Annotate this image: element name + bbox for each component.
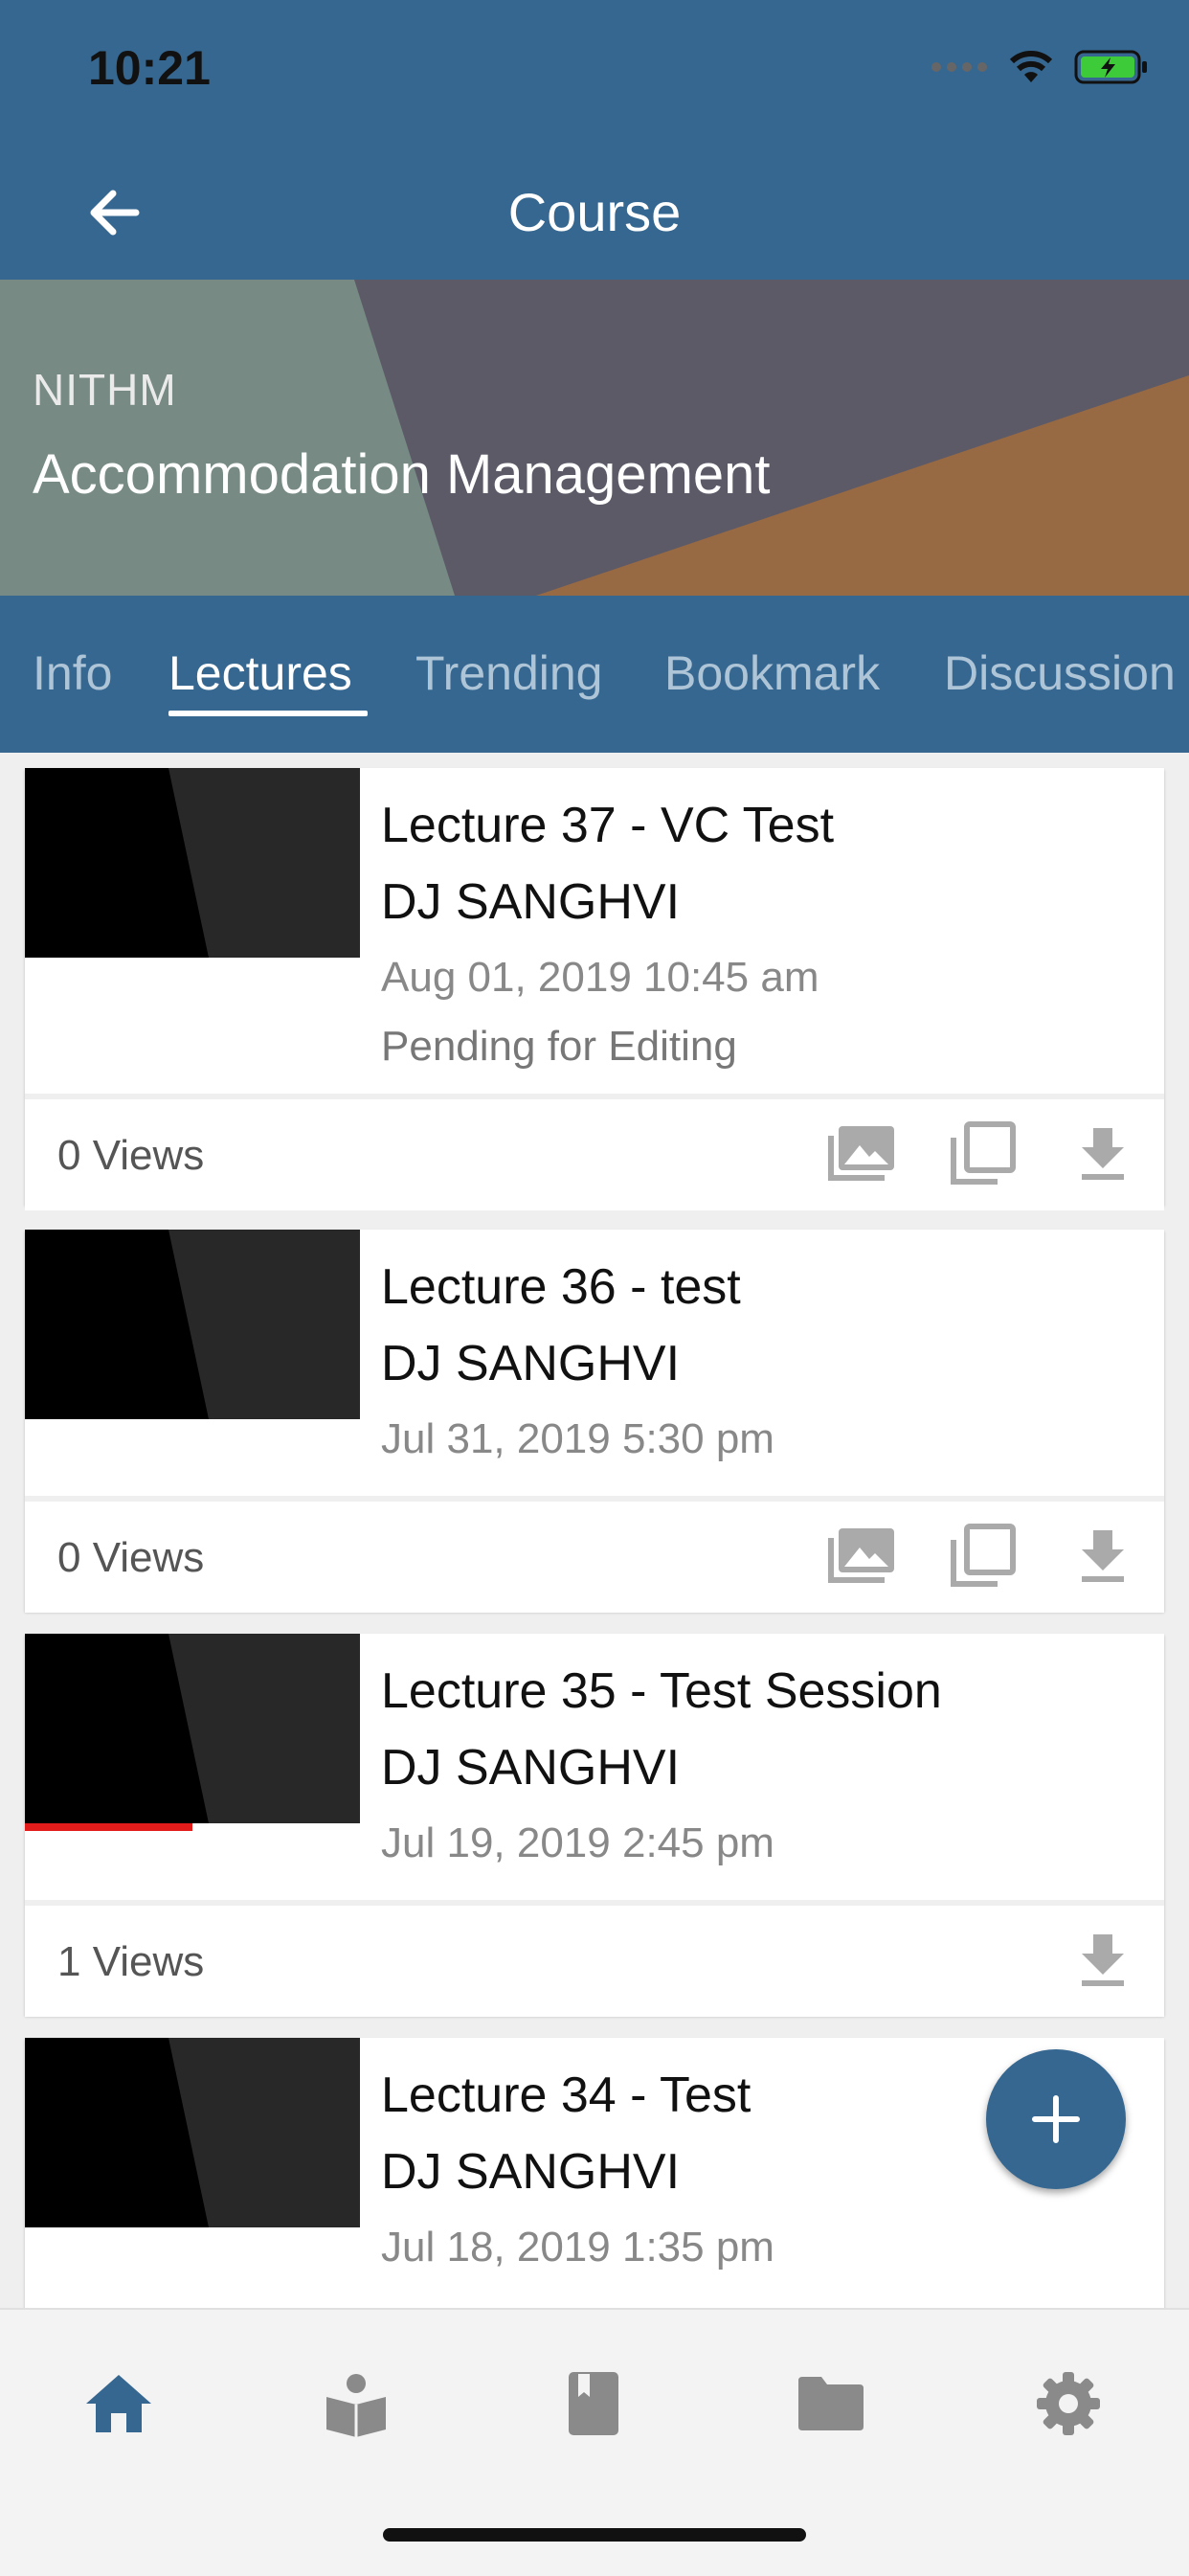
lecture-thumbnail[interactable] [25,1634,360,1831]
battery-icon [1074,50,1147,84]
lecture-date: Jul 18, 2019 1:35 pm [381,2224,774,2271]
status-icons [931,50,1149,84]
download-icon [1082,1934,1124,1986]
download-button[interactable] [1065,1925,1141,1994]
lecture-title: Lecture 34 - Test [381,2068,752,2123]
tab-bookmark[interactable]: Bookmark [664,645,880,701]
thumbnail-image [25,1230,360,1419]
status-time: 10:21 [88,41,211,95]
download-icon [1082,1530,1124,1582]
watch-progress-bar [25,1823,192,1831]
lecture-title: Lecture 36 - test [381,1259,741,1315]
card-actions [823,1119,1141,1187]
nav-folder[interactable] [785,2358,877,2450]
tab-trending[interactable]: Trending [415,645,602,701]
copy-button[interactable] [944,1119,1021,1187]
wifi-icon [1009,51,1053,82]
lecture-title: Lecture 37 - VC Test [381,798,835,853]
nav-settings[interactable] [1022,2358,1114,2450]
tab-lectures[interactable]: Lectures [168,645,352,701]
thumbnail-image [25,2038,360,2227]
page-title: Course [507,182,682,242]
home-icon [86,2375,151,2432]
lecture-card[interactable]: Lecture 36 - test DJ SANGHVI Jul 31, 201… [25,1230,1164,1613]
lecture-thumbnail[interactable] [25,1230,360,1419]
lecture-author: DJ SANGHVI [381,2144,681,2200]
settings-icon [1037,2372,1100,2435]
view-count: 0 Views [57,1534,205,1581]
gallery-icon [828,1528,894,1583]
card-footer: 1 Views [25,1900,1164,2017]
nav-home[interactable] [73,2358,165,2450]
course-banner: NITHM Accommodation Management [0,280,1189,596]
lecture-title: Lecture 35 - Test Session [381,1663,942,1719]
plus-icon [1032,2095,1080,2143]
book-icon [569,2372,618,2435]
course-org: NITHM [33,365,177,415]
status-bar: 10:21 [0,0,1189,144]
download-button[interactable] [1065,1119,1141,1187]
view-count: 1 Views [57,1938,205,1985]
lecture-date: Jul 31, 2019 5:30 pm [381,1415,774,1462]
lecture-card[interactable]: Lecture 34 - Test DJ SANGHVI Jul 18, 201… [25,2038,1164,2308]
lecture-author: DJ SANGHVI [381,1740,681,1796]
download-button[interactable] [1065,1521,1141,1590]
reader-icon [326,2374,386,2437]
app-header: Course [0,144,1189,280]
copy-button[interactable] [944,1521,1021,1590]
home-indicator [383,2528,806,2542]
copy-icon [951,1524,1016,1587]
lecture-thumbnail[interactable] [25,2038,360,2227]
lecture-card[interactable]: Lecture 35 - Test Session DJ SANGHVI Jul… [25,1634,1164,2017]
lecture-date: Jul 19, 2019 2:45 pm [381,1819,774,1866]
gallery-button[interactable] [823,1521,900,1590]
card-footer: 0 Views [25,1496,1164,1613]
tab-active-indicator [168,711,368,716]
tab-discussion[interactable]: Discussion [944,645,1176,701]
card-actions [823,1521,1141,1590]
folder-icon [798,2377,864,2430]
banner-background [0,280,1189,596]
copy-icon [951,1121,1016,1185]
gallery-button[interactable] [823,1119,900,1187]
add-lecture-button[interactable] [986,2049,1126,2189]
lecture-date: Aug 01, 2019 10:45 am [381,954,819,1001]
tab-bar: Info Lectures Trending Bookmark Discussi… [0,596,1189,753]
card-footer: 0 Views [25,1094,1164,1210]
tab-info[interactable]: Info [33,645,112,701]
card-actions [1065,1925,1141,1994]
view-count: 0 Views [57,1132,205,1179]
course-title: Accommodation Management [33,443,771,506]
download-icon [1082,1128,1124,1180]
nav-reader[interactable] [310,2358,402,2450]
lecture-card[interactable]: Lecture 37 - VC Test DJ SANGHVI Aug 01, … [25,768,1164,1210]
nav-book[interactable] [548,2358,639,2450]
lecture-status: Pending for Editing [381,1023,737,1070]
lecture-author: DJ SANGHVI [381,874,681,930]
signal-icon [931,62,987,72]
thumbnail-image [25,1634,360,1823]
thumbnail-image [25,768,360,958]
lecture-author: DJ SANGHVI [381,1336,681,1391]
gallery-icon [828,1126,894,1181]
lecture-thumbnail[interactable] [25,768,360,958]
